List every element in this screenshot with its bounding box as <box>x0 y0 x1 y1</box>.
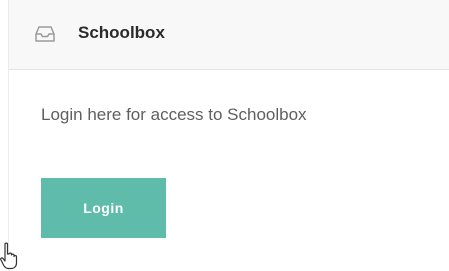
card-header: Schoolbox <box>9 0 449 70</box>
login-button[interactable]: Login <box>41 178 166 238</box>
schoolbox-login-card: Schoolbox Login here for access to Schoo… <box>8 0 449 271</box>
page: Schoolbox Login here for access to Schoo… <box>0 0 449 271</box>
card-title: Schoolbox <box>78 23 165 42</box>
hand-pointer-cursor-icon <box>0 242 18 270</box>
login-message: Login here for access to Schoolbox <box>41 105 307 124</box>
inbox-tray-icon <box>34 24 56 44</box>
